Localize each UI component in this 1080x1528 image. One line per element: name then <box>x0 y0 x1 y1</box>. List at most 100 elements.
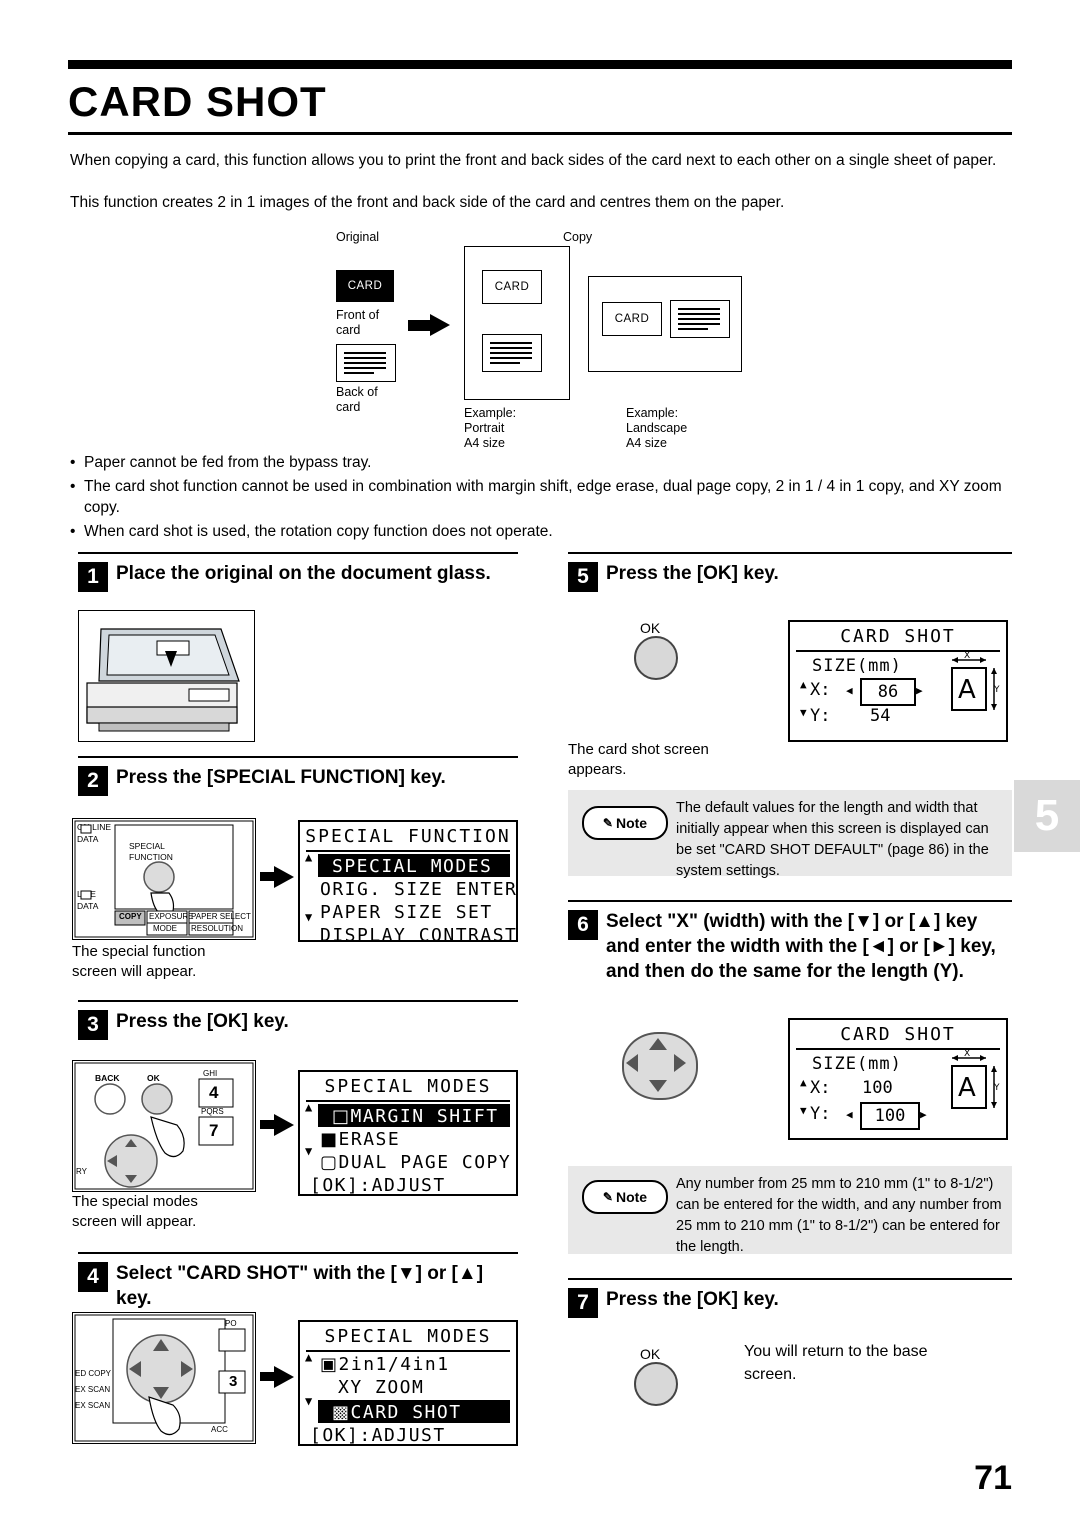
lcd-footer-ok-adjust: [OK]:ADJUST <box>310 1175 446 1196</box>
step-2-rule <box>78 756 518 758</box>
card-shot-diagram: Original Copy CARD Front of card Back of… <box>330 230 750 450</box>
diagram-back-caption-line2: card <box>336 400 361 414</box>
lcd-footer-ok-adjust: [OK]:ADJUST <box>310 1425 446 1446</box>
panel-label-acc: ACC <box>211 1425 228 1434</box>
step-5-ok-key[interactable] <box>634 636 678 680</box>
panel-label-ex-scan-1: EX SCAN <box>75 1385 111 1394</box>
bullet-item: The card shot function cannot be used in… <box>70 476 1015 519</box>
lcd-row-margin-shift: □MARGIN SHIFT <box>318 1104 510 1127</box>
panel-label-po: PO <box>225 1319 237 1328</box>
panel-label-4: 4 <box>209 1083 219 1102</box>
chapter-tab: 5 <box>1014 780 1080 852</box>
panel-label-7: 7 <box>209 1121 219 1140</box>
diagram-portrait-example-line2: Portrait <box>464 421 505 435</box>
arrow-down-icon[interactable] <box>649 1080 667 1092</box>
lcd-row-display-contrast: DISPLAY CONTRAST <box>320 925 518 946</box>
pencil-icon: ✎ <box>602 816 613 830</box>
scanner-illustration-svg <box>86 628 240 732</box>
step-6-lcd: CARD SHOT SIZE(mm) ▲ X: 100 ▼ Y: ◀ 100 ▶… <box>788 1018 1008 1140</box>
step-5-caption-line2: appears. <box>568 761 627 778</box>
step-4-number: 4 <box>78 1262 108 1292</box>
step-1-number: 1 <box>78 562 108 592</box>
intro-paragraph-2: This function creates 2 in 1 images of t… <box>70 194 785 211</box>
diagram-original-label: Original <box>336 230 380 244</box>
lcd-x-value: 100 <box>862 1078 893 1098</box>
step-4-arrow-head <box>274 1366 294 1388</box>
lcd-scroll-up-icon: ▲ <box>305 1100 313 1114</box>
diagram-back-card-lines <box>344 352 386 377</box>
lcd-card-size-icon: A X Y <box>951 1049 1000 1109</box>
step-3-caption-line1: The special modes <box>72 1193 198 1210</box>
step-2-caption: The special function screen will appear. <box>72 942 272 982</box>
diagram-front-caption-line1: Front of <box>336 308 380 322</box>
lcd-x-up-icon: ▲ <box>800 1076 807 1089</box>
step-7-ok-key[interactable] <box>634 1362 678 1406</box>
arrow-left-icon[interactable] <box>626 1054 638 1072</box>
lcd-y-down-icon: ▼ <box>800 1104 807 1117</box>
step-7-ok-key-label: OK <box>640 1346 661 1362</box>
lcd-y-right-arrow-icon: ▶ <box>920 1108 927 1121</box>
lcd-header: SPECIAL MODES <box>324 1076 492 1097</box>
lcd-x-up-icon: ▲ <box>800 678 807 691</box>
step-4-rule <box>78 1252 518 1254</box>
document-page: CARD SHOT When copying a card, this func… <box>0 0 1080 1528</box>
lcd-y-value: 54 <box>870 706 891 726</box>
arrow-up-icon[interactable] <box>649 1038 667 1050</box>
lcd-row-card-shot-label: CARD SHOT <box>350 1402 462 1423</box>
step-5-ok-key-label: OK <box>640 620 661 636</box>
lcd-row-paper-size-set: PAPER SIZE SET <box>320 902 493 923</box>
lcd-row-erase: ■ERASE <box>320 1129 401 1150</box>
svg-text:A: A <box>958 675 976 705</box>
step-2-panel-illustration: ON LINE DATA SPECIAL FUNCTION LINE DATA … <box>72 818 256 940</box>
step-4-panel-illustration: ED COPY EX SCAN EX SCAN PO 3 ACC <box>72 1312 256 1444</box>
step-2-text: Press the [SPECIAL FUNCTION] key. <box>116 767 446 788</box>
lcd-x-right-arrow-icon: ▶ <box>916 684 923 697</box>
step-3-text: Press the [OK] key. <box>116 1011 289 1032</box>
step-5-caption-line1: The card shot screen <box>568 741 709 758</box>
lcd-row-orig-size-enter: ORIG. SIZE ENTER <box>320 879 518 900</box>
lcd-x-label: X: <box>810 680 831 700</box>
lcd-header: CARD SHOT <box>840 626 956 647</box>
diagram-arrow-head <box>430 314 450 336</box>
panel-label-pqrs: PQRS <box>201 1107 224 1116</box>
note-badge: ✎ Note <box>582 806 668 840</box>
step-3-caption: The special modes screen will appear. <box>72 1192 282 1232</box>
lcd-scroll-up-icon: ▲ <box>305 850 313 864</box>
svg-text:Y: Y <box>993 1083 1000 1093</box>
step-3-panel-illustration: BACK OK GHI 4 PQRS 7 RY <box>72 1060 256 1192</box>
step-5-text: Press the [OK] key. <box>606 563 779 584</box>
lcd-scroll-down-icon: ▼ <box>305 1394 313 1408</box>
lcd-row-dual-page-copy: ▢DUAL PAGE COPY <box>320 1152 512 1173</box>
step-6-number: 6 <box>568 910 598 940</box>
lcd-row-special-modes: SPECIAL MODES <box>318 854 510 877</box>
step-6-arrow-keys[interactable] <box>612 1030 712 1106</box>
lcd-header: SPECIAL FUNCTION <box>305 826 511 847</box>
lcd-x-value[interactable]: 86 <box>860 678 916 706</box>
step-5-rule <box>568 552 1012 554</box>
step-5-note-text: The default values for the length and wi… <box>676 800 989 879</box>
lcd-row-xy-zoom: XY ZOOM <box>338 1377 425 1398</box>
panel-label-resolution: RESOLUTION <box>191 924 244 933</box>
step-3-lcd: SPECIAL MODES ▲ ▼ □MARGIN SHIFT ■ERASE ▢… <box>298 1070 518 1196</box>
step-3-number: 3 <box>78 1010 108 1040</box>
step-7-caption-line2: screen. <box>744 1366 797 1383</box>
step-7-number: 7 <box>568 1288 598 1318</box>
lcd-header-rule <box>306 1100 510 1102</box>
lcd-y-value[interactable]: 100 <box>860 1102 920 1130</box>
lcd-y-label: Y: <box>810 1104 831 1124</box>
diagram-portrait-example-line3: A4 size <box>464 436 505 450</box>
diagram-back-caption-line1: Back of <box>336 385 378 399</box>
step-3-rule <box>78 1000 518 1002</box>
arrow-right-icon[interactable] <box>674 1054 686 1072</box>
panel-label-ex-scan-2: EX SCAN <box>75 1401 111 1410</box>
step-3-caption-line2: screen will appear. <box>72 1213 197 1230</box>
step-6-note-text: Any number from 25 mm to 210 mm (1" to 8… <box>676 1176 1002 1255</box>
lcd-header: CARD SHOT <box>840 1024 956 1045</box>
lcd-header-rule <box>306 850 510 852</box>
svg-text:X: X <box>964 651 970 661</box>
step-2-arrow-head <box>274 866 294 888</box>
lcd-row-margin-shift-label: MARGIN SHIFT <box>350 1106 499 1127</box>
step-1-illustration <box>78 610 255 742</box>
intro-paragraph-1: When copying a card, this function allow… <box>70 152 997 169</box>
note-badge-label: Note <box>615 815 648 831</box>
